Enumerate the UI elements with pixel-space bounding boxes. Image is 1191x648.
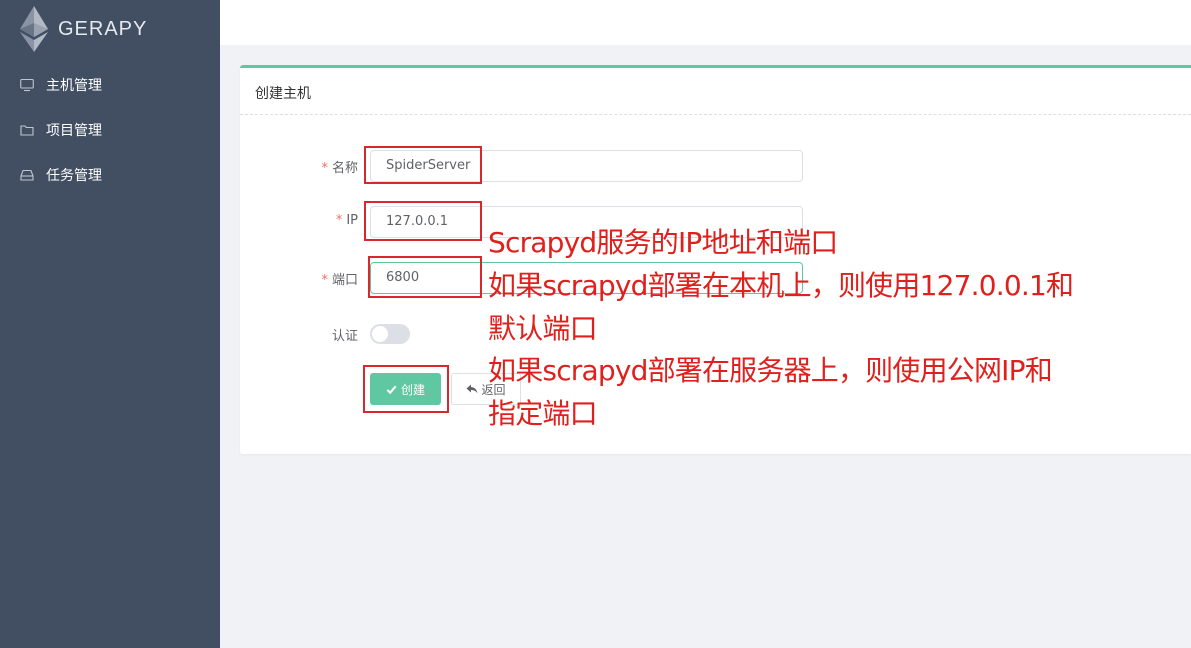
auth-toggle[interactable] (370, 324, 410, 344)
sidebar-item-label: 任务管理 (46, 168, 102, 184)
annotation-line: 如果scrapyd部署在服务器上，则使用公网IP和 (488, 354, 1053, 387)
port-label: * 端口 (321, 273, 358, 288)
toggle-knob (372, 326, 388, 342)
sidebar-item-tasks[interactable]: 任务管理 (0, 153, 220, 197)
sidebar-item-label: 项目管理 (46, 123, 102, 139)
highlight-box-name (364, 146, 482, 184)
annotation-line: 默认端口 (488, 312, 598, 345)
inbox-icon (20, 168, 34, 182)
folder-icon (20, 123, 34, 137)
annotation-line: 指定端口 (488, 397, 598, 430)
highlight-box-port (368, 256, 482, 298)
brand-name: GERAPY (58, 17, 148, 40)
ethereum-logo-icon (20, 6, 48, 52)
sidebar-item-label: 主机管理 (46, 78, 102, 94)
required-asterisk: * (335, 213, 343, 228)
annotation-line: Scrapyd服务的IP地址和端口 (488, 226, 838, 259)
sidebar-item-hosts[interactable]: 主机管理 (0, 63, 220, 107)
required-asterisk: * (321, 161, 328, 176)
panel-title: 创建主机 (255, 86, 311, 102)
name-label: * 名称 (321, 161, 358, 176)
required-asterisk: * (321, 273, 328, 288)
sidebar: GERAPY 主机管理 项目管理 任务管理 (0, 0, 220, 648)
top-bar (220, 0, 1191, 45)
brand[interactable]: GERAPY (18, 6, 147, 52)
ip-label: * IP (335, 213, 358, 228)
highlight-box-create (363, 365, 449, 413)
sidebar-item-projects[interactable]: 项目管理 (0, 108, 220, 152)
annotation-line: 如果scrapyd部署在本机上，则使用127.0.0.1和 (488, 269, 1074, 302)
divider (240, 114, 1191, 115)
auth-label: 认证 (331, 329, 358, 344)
highlight-box-ip (364, 201, 482, 241)
monitor-icon (20, 78, 34, 92)
reply-arrow-icon (466, 384, 478, 394)
